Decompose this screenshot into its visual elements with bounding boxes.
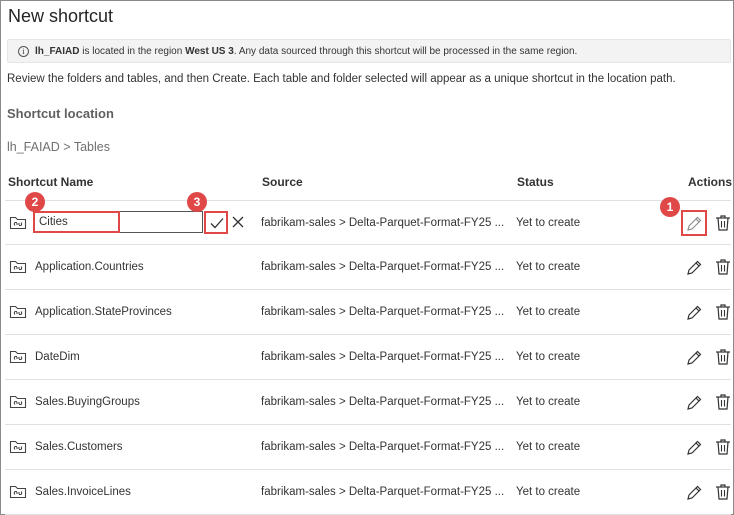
column-header-source: Source xyxy=(262,175,303,189)
new-shortcut-dialog: New shortcut i lh_FAIAD is located in th… xyxy=(0,0,734,515)
shortcut-source: fabrikam-sales > Delta-Parquet-Format-FY… xyxy=(261,441,505,453)
shortcut-status: Yet to create xyxy=(516,217,581,229)
shortcut-folder-icon xyxy=(9,258,27,274)
shortcut-status: Yet to create xyxy=(516,486,581,498)
shortcut-location-heading: Shortcut location xyxy=(7,106,114,121)
shortcut-source: fabrikam-sales > Delta-Parquet-Format-FY… xyxy=(261,261,505,273)
shortcut-status: Yet to create xyxy=(516,441,581,453)
trash-icon[interactable] xyxy=(715,258,731,276)
callout-badge-3: 3 xyxy=(187,192,207,212)
shortcut-folder-icon xyxy=(9,348,27,364)
shortcut-source: fabrikam-sales > Delta-Parquet-Format-FY… xyxy=(261,396,505,408)
shortcut-source: fabrikam-sales > Delta-Parquet-Format-FY… xyxy=(261,486,505,498)
pencil-icon[interactable] xyxy=(685,304,703,322)
pencil-icon[interactable] xyxy=(685,259,703,277)
pencil-icon[interactable] xyxy=(685,439,703,457)
callout-badge-2: 2 xyxy=(25,192,45,212)
shortcut-source: fabrikam-sales > Delta-Parquet-Format-FY… xyxy=(261,306,505,318)
shortcut-source: fabrikam-sales > Delta-Parquet-Format-FY… xyxy=(261,217,505,229)
shortcut-folder-icon xyxy=(9,438,27,454)
table-row[interactable]: Application.StateProvinces fabrikam-sales… xyxy=(5,290,731,335)
banner-region: West US 3 xyxy=(185,45,234,57)
info-icon: i xyxy=(18,45,29,57)
shortcut-name: Sales.InvoiceLines xyxy=(35,486,131,498)
banner-text-mid: is located in the region xyxy=(79,45,186,57)
trash-icon[interactable] xyxy=(715,483,731,501)
shortcut-name: Application.Countries xyxy=(35,261,144,273)
trash-icon[interactable] xyxy=(715,438,731,456)
shortcut-name: DateDim xyxy=(35,351,80,363)
shortcut-source: fabrikam-sales > Delta-Parquet-Format-FY… xyxy=(261,351,505,363)
shortcut-name: Sales.BuyingGroups xyxy=(35,396,140,408)
edit-button-highlight xyxy=(681,210,707,236)
table-row[interactable]: Sales.BuyingGroups fabrikam-sales > Delta… xyxy=(5,380,731,425)
banner-text-end: . Any data sourced through this shortcut… xyxy=(233,45,578,57)
pencil-icon[interactable] xyxy=(685,484,703,502)
trash-icon[interactable] xyxy=(715,348,731,366)
confirm-highlight xyxy=(204,211,228,234)
shortcut-folder-icon xyxy=(9,303,27,319)
breadcrumb: lh_FAIAD > Tables xyxy=(7,140,110,154)
column-header-status: Status xyxy=(517,175,554,189)
dialog-title: New shortcut xyxy=(8,6,114,26)
table-row[interactable]: Sales.Customers fabrikam-sales > Delta-Pa… xyxy=(5,425,731,470)
shortcut-name: Sales.Customers xyxy=(35,441,123,453)
shortcut-status: Yet to create xyxy=(516,396,581,408)
shortcut-status: Yet to create xyxy=(516,351,581,363)
shortcut-status: Yet to create xyxy=(516,261,581,273)
table-row[interactable]: Sales.InvoiceLines fabrikam-sales > Delta… xyxy=(5,470,731,515)
close-icon[interactable] xyxy=(231,215,245,229)
description-text: Review the folders and tables, and then … xyxy=(7,73,676,85)
table-row[interactable]: Application.Countries fabrikam-sales > De… xyxy=(5,245,731,290)
trash-icon[interactable] xyxy=(715,214,731,232)
pencil-icon[interactable] xyxy=(685,394,703,412)
shortcut-folder-icon xyxy=(9,393,27,409)
column-header-actions: Actions xyxy=(688,175,733,189)
shortcut-status: Yet to create xyxy=(516,306,581,318)
trash-icon[interactable] xyxy=(715,393,731,411)
shortcut-folder-icon xyxy=(9,214,27,230)
name-input-highlight xyxy=(33,211,120,233)
shortcut-folder-icon xyxy=(9,483,27,499)
region-info-banner: i lh_FAIAD is located in the region West… xyxy=(7,39,731,63)
shortcut-name: Application.StateProvinces xyxy=(35,306,172,318)
column-header-name: Shortcut Name xyxy=(8,175,94,189)
pencil-icon[interactable] xyxy=(685,349,703,367)
banner-lakehouse: lh_FAIAD xyxy=(35,45,80,57)
table-row[interactable]: fabrikam-sales > Delta-Parquet-Format-FY… xyxy=(5,200,731,245)
callout-badge-1: 1 xyxy=(660,197,680,217)
table-row[interactable]: DateDim fabrikam-sales > Delta-Parquet-Fo… xyxy=(5,335,731,380)
trash-icon[interactable] xyxy=(715,303,731,321)
